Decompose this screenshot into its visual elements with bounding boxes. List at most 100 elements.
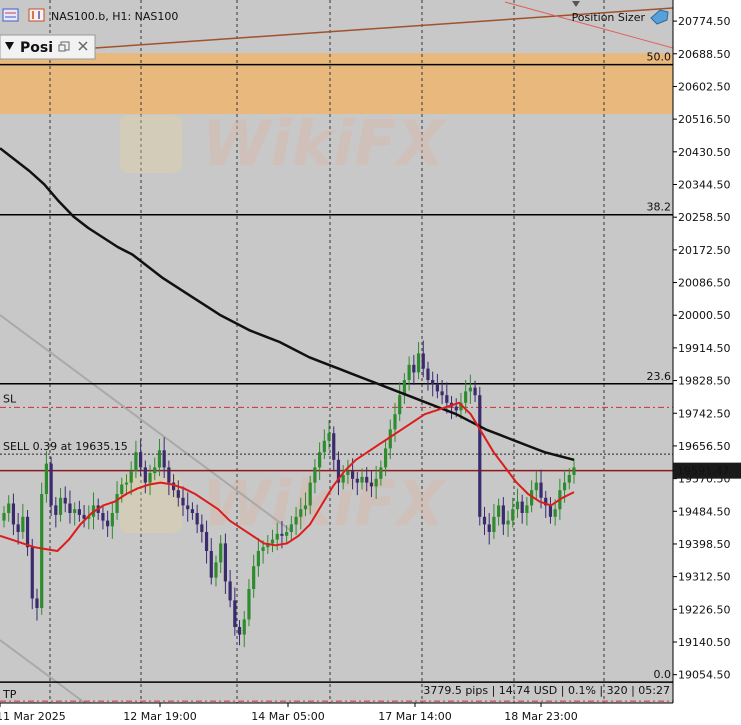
candle-body xyxy=(82,514,86,519)
candle-body xyxy=(511,509,515,521)
candle-body xyxy=(553,509,557,517)
candle-body xyxy=(525,505,529,513)
candle-body xyxy=(440,391,444,396)
candle-body xyxy=(294,516,298,525)
candle-body xyxy=(539,482,543,498)
y-tick-label: 19398.50 xyxy=(678,538,731,551)
y-tick-label: 19742.50 xyxy=(678,407,731,420)
candle-body xyxy=(115,494,119,513)
candle-body xyxy=(332,433,336,460)
candle-body xyxy=(68,503,72,513)
candle-body xyxy=(120,484,124,494)
candle-body xyxy=(11,503,16,525)
candle-body xyxy=(63,497,67,504)
candle-body xyxy=(431,380,435,384)
candle-body xyxy=(153,467,157,474)
x-tick-label: 17 Mar 14:00 xyxy=(378,710,451,723)
candle-body xyxy=(256,551,260,567)
fib-zone xyxy=(0,53,673,114)
position-sizer-label[interactable]: Position Sizer xyxy=(572,11,646,24)
position-panel[interactable]: Posi xyxy=(0,34,96,60)
candle xyxy=(478,386,482,526)
trade-panel-icon[interactable] xyxy=(28,8,45,22)
candle-body xyxy=(162,450,166,468)
candle-body xyxy=(134,452,138,472)
candle-body xyxy=(195,513,199,525)
y-tick-label: 19054.50 xyxy=(678,669,731,682)
candle-body xyxy=(341,475,345,483)
candle-body xyxy=(228,581,232,601)
candle-body xyxy=(365,476,369,483)
candle-body xyxy=(16,524,20,532)
y-tick-label: 20000.50 xyxy=(678,309,731,322)
candle-body xyxy=(190,509,195,513)
candle-body xyxy=(355,478,359,483)
candle-body xyxy=(223,543,228,582)
candle-body xyxy=(139,452,143,468)
candle-body xyxy=(237,627,242,635)
y-tick-label: 20172.50 xyxy=(678,244,731,257)
candle-body xyxy=(383,448,388,468)
candle-body xyxy=(21,516,25,532)
candle-body xyxy=(40,494,44,608)
chart-window[interactable]: WikiFX WikiFX 20774.50 20688.50 20602.50 205… xyxy=(0,0,741,725)
restore-icon-back xyxy=(58,44,66,52)
candle-body xyxy=(501,505,505,525)
candle-body xyxy=(219,543,223,563)
candle-body xyxy=(285,532,289,536)
watermark-text: WikiFX xyxy=(202,107,447,180)
price-chart[interactable]: WikiFX WikiFX 20774.50 20688.50 20602.50 205… xyxy=(0,0,741,725)
y-tick-label: 20430.50 xyxy=(678,146,731,159)
fib-38-label: 38.2 xyxy=(647,201,672,214)
candle-body xyxy=(275,533,279,540)
candle-body xyxy=(110,513,114,527)
candle-body xyxy=(350,471,355,479)
x-tick-label: 18 Mar 23:00 xyxy=(504,710,577,723)
candle-body xyxy=(567,475,571,483)
candle-body xyxy=(492,516,496,532)
candle-body xyxy=(435,383,439,392)
candle-body xyxy=(214,562,218,578)
candle-body xyxy=(157,450,162,468)
y-tick-label: 19140.50 xyxy=(678,636,731,649)
candle-body xyxy=(374,478,378,487)
sell-label: SELL 0.39 at 19635.15 xyxy=(3,440,128,453)
x-tick-label: 12 Mar 19:00 xyxy=(123,710,196,723)
candle-body xyxy=(327,433,331,441)
x-tick-label: 11 Mar 2025 xyxy=(0,710,66,723)
candle-body xyxy=(30,547,34,599)
candle-body xyxy=(25,516,30,548)
symbol-label: NAS100.b, H1: NAS100 xyxy=(51,10,178,23)
candle-body xyxy=(181,497,185,506)
candle-body xyxy=(35,598,39,608)
y-tick-label: 20516.50 xyxy=(678,113,731,126)
chart-list-icon[interactable] xyxy=(2,8,19,22)
position-panel-title: Posi xyxy=(20,40,53,56)
candle-body xyxy=(379,467,383,479)
candle-body xyxy=(412,364,416,373)
candle-body xyxy=(520,501,524,513)
candle-body xyxy=(313,467,317,483)
candle-body xyxy=(106,520,110,527)
candle-body xyxy=(261,547,265,551)
candle-body xyxy=(303,505,308,510)
current-price-label: 19591.47 xyxy=(677,465,730,478)
y-tick-label: 19914.50 xyxy=(678,342,731,355)
candle-body xyxy=(416,353,421,373)
candle-body xyxy=(398,395,402,415)
candle-body xyxy=(209,551,213,578)
candle-body xyxy=(308,482,312,506)
candle-body xyxy=(515,501,520,510)
candle-body xyxy=(176,490,180,498)
candle-body xyxy=(393,414,397,430)
candle-body xyxy=(58,497,63,515)
candle-body xyxy=(124,482,129,485)
candle-body xyxy=(322,440,326,453)
candle-body xyxy=(200,524,204,532)
candle-body xyxy=(242,619,246,635)
candle-body xyxy=(44,463,48,494)
candle-body xyxy=(506,520,510,525)
candle-body xyxy=(77,509,81,515)
candle-body xyxy=(143,467,147,483)
candle-body xyxy=(129,471,133,483)
